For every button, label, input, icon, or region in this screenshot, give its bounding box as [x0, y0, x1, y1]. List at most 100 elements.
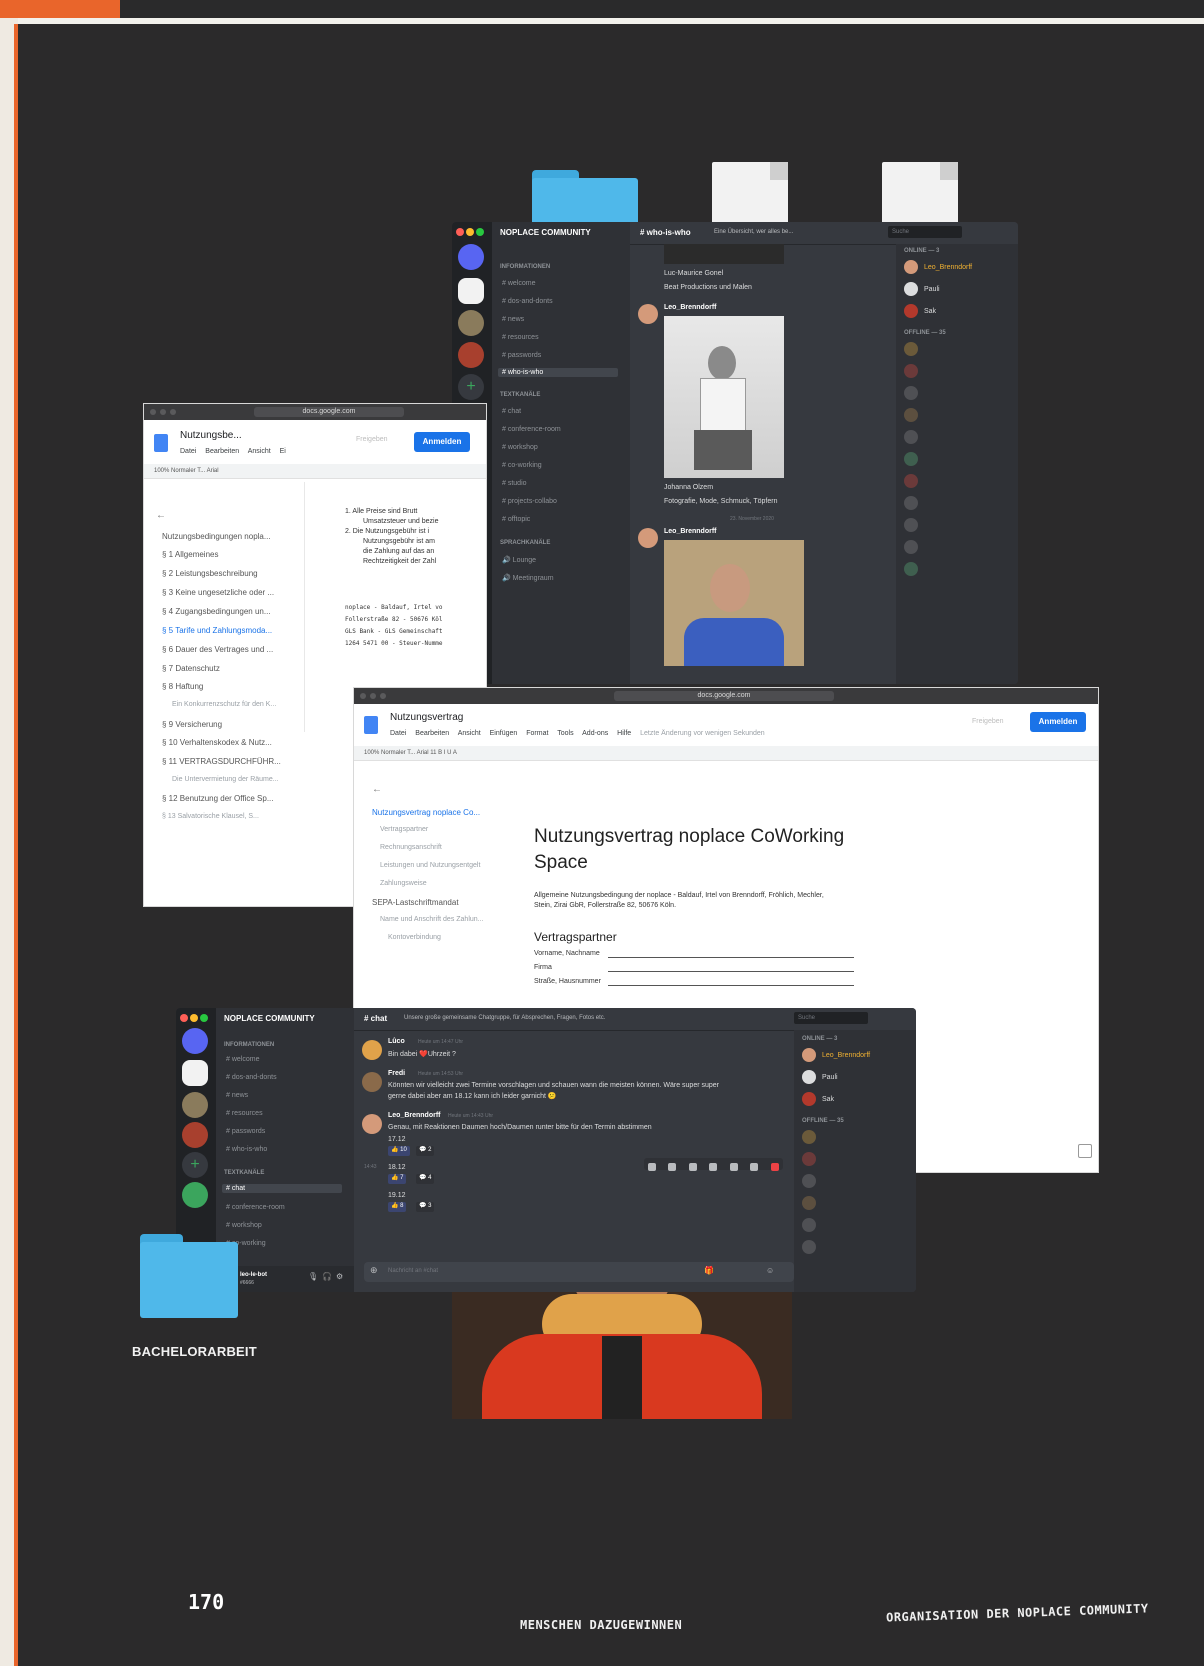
- avatar[interactable]: [362, 1072, 382, 1092]
- outline-item-active[interactable]: § 5 Tarife und Zahlungsmoda...: [162, 626, 272, 635]
- server-icon[interactable]: [458, 278, 484, 304]
- member-item[interactable]: [802, 1152, 822, 1166]
- outline-item[interactable]: Nutzungsbedingungen nopla...: [162, 532, 271, 541]
- message-author[interactable]: Leo_Brenndorff: [388, 1112, 441, 1119]
- discord-home-icon[interactable]: [182, 1028, 208, 1054]
- menu-item[interactable]: Ei: [280, 448, 286, 455]
- category-label[interactable]: TEXTKANÄLE: [224, 1170, 264, 1176]
- channel-passwords[interactable]: # passwords: [226, 1128, 265, 1135]
- outline-item[interactable]: Name und Anschrift des Zahlun...: [380, 916, 484, 923]
- reaction-other[interactable]: 💬 3: [416, 1202, 435, 1212]
- member-item[interactable]: [904, 342, 924, 356]
- explore-icon[interactable]: [1078, 1144, 1092, 1158]
- menu-item[interactable]: Bearbeiten: [415, 730, 449, 737]
- menu-item[interactable]: Ansicht: [458, 730, 481, 737]
- channel-projects-collabo[interactable]: # projects-collabo: [502, 498, 557, 505]
- channel-workshop[interactable]: # workshop: [502, 444, 538, 451]
- voice-channel-meetingraum[interactable]: 🔊 Meetingraum: [502, 574, 554, 582]
- message-author[interactable]: Leo_Brenndorff: [664, 304, 717, 311]
- member-item[interactable]: [904, 474, 924, 488]
- channel-news[interactable]: # news: [226, 1092, 248, 1099]
- channel-resources[interactable]: # resources: [502, 334, 539, 341]
- menu-item[interactable]: Tools: [557, 730, 573, 737]
- outline-item[interactable]: Rechnungsanschrift: [380, 844, 442, 851]
- document-icon[interactable]: [882, 162, 958, 224]
- channel-co-working[interactable]: # co-working: [502, 462, 542, 469]
- avatar[interactable]: [362, 1040, 382, 1060]
- member-item[interactable]: [802, 1218, 822, 1232]
- channel-news[interactable]: # news: [502, 316, 524, 323]
- menu-item[interactable]: Datei: [390, 730, 406, 737]
- menu-item[interactable]: Format: [526, 730, 548, 737]
- share-button[interactable]: Freigeben: [356, 436, 388, 443]
- outline-item[interactable]: Zahlungsweise: [380, 880, 427, 887]
- emoji-icon[interactable]: [750, 1162, 759, 1171]
- pin-icon[interactable]: [709, 1162, 718, 1171]
- menu-item[interactable]: Datei: [180, 448, 196, 455]
- outline-item[interactable]: Ein Konkurrenzschutz für den K...: [172, 701, 276, 708]
- reply-icon[interactable]: [648, 1162, 656, 1171]
- outline-item-active[interactable]: Nutzungsvertrag noplace Co...: [372, 808, 480, 817]
- delete-icon[interactable]: [770, 1162, 779, 1171]
- login-button[interactable]: Anmelden: [414, 432, 470, 452]
- document-title[interactable]: Nutzungsbe...: [180, 430, 242, 441]
- form-field[interactable]: Vorname, Nachname: [534, 950, 854, 960]
- link-icon[interactable]: [729, 1162, 738, 1171]
- category-label[interactable]: INFORMATIONEN: [500, 264, 550, 270]
- add-attachment-icon[interactable]: ⊕: [370, 1265, 378, 1276]
- menu-item[interactable]: Add-ons: [582, 730, 608, 737]
- portrait-photo[interactable]: [664, 316, 784, 478]
- google-docs-logo-icon[interactable]: [364, 716, 378, 734]
- member-item[interactable]: Pauli: [802, 1070, 838, 1084]
- search-input[interactable]: Suche: [794, 1012, 868, 1024]
- category-label[interactable]: INFORMATIONEN: [224, 1042, 274, 1048]
- member-item[interactable]: [904, 408, 924, 422]
- guild-name[interactable]: NOPLACE COMMUNITY: [500, 228, 624, 246]
- member-item[interactable]: [904, 496, 924, 510]
- channel-conference-room[interactable]: # conference-room: [502, 426, 561, 433]
- outline-item[interactable]: § 1 Allgemeines: [162, 550, 218, 559]
- member-item[interactable]: Leo_Brenndorff: [802, 1048, 870, 1062]
- message-input[interactable]: ⊕ Nachricht an #chat 🎁 ☺: [364, 1262, 794, 1282]
- form-field[interactable]: Straße, Hausnummer: [534, 978, 854, 988]
- channel-welcome[interactable]: # welcome: [226, 1056, 259, 1063]
- channel-welcome[interactable]: # welcome: [502, 280, 535, 287]
- member-item[interactable]: Sak: [802, 1092, 834, 1106]
- outline-item[interactable]: § 8 Haftung: [162, 682, 203, 691]
- member-item[interactable]: [904, 364, 924, 378]
- outline-item[interactable]: § 2 Leistungsbeschreibung: [162, 569, 258, 578]
- menu-item[interactable]: Einfügen: [490, 730, 518, 737]
- channel-studio[interactable]: # studio: [502, 480, 527, 487]
- outline-item[interactable]: SEPA-Lastschriftmandat: [372, 898, 459, 907]
- channel-dos-and-donts[interactable]: # dos-and-donts: [502, 298, 553, 305]
- google-docs-logo-icon[interactable]: [154, 434, 168, 452]
- channel-who-is-who[interactable]: # who-is-who: [226, 1146, 267, 1153]
- thread-icon[interactable]: [688, 1162, 697, 1171]
- server-icon[interactable]: [182, 1122, 208, 1148]
- folder-icon[interactable]: [140, 1234, 238, 1318]
- member-item[interactable]: [904, 452, 924, 466]
- member-item[interactable]: Leo_Brenndorff: [904, 260, 972, 274]
- discord-home-icon[interactable]: [458, 244, 484, 270]
- settings-gear-icon[interactable]: ⚙: [336, 1272, 343, 1281]
- member-item[interactable]: [904, 518, 924, 532]
- outline-item[interactable]: Leistungen und Nutzungsentgelt: [380, 862, 480, 869]
- reaction-thumbs-up[interactable]: 👍 7: [388, 1174, 407, 1184]
- edit-icon[interactable]: [668, 1162, 677, 1171]
- member-item[interactable]: [802, 1240, 822, 1254]
- avatar[interactable]: [638, 304, 658, 324]
- member-item[interactable]: Sak: [904, 304, 936, 318]
- share-button[interactable]: Freigeben: [972, 718, 1004, 725]
- portrait-photo[interactable]: [664, 540, 804, 666]
- message-author[interactable]: Leo_Brenndorff: [664, 528, 717, 535]
- outline-item[interactable]: Vertragspartner: [380, 826, 428, 833]
- outline-item[interactable]: § 3 Keine ungesetzliche oder ...: [162, 588, 274, 597]
- folder-label[interactable]: BACHELORARBEIT: [132, 1344, 257, 1359]
- message-author[interactable]: Fredi: [388, 1070, 405, 1077]
- outline-item[interactable]: Die Untervermietung der Räume...: [172, 776, 279, 783]
- server-icon[interactable]: [458, 342, 484, 368]
- reaction-thumbs-up[interactable]: 👍 8: [388, 1202, 407, 1212]
- channel-resources[interactable]: # resources: [226, 1110, 263, 1117]
- headphones-icon[interactable]: 🎧: [322, 1272, 332, 1281]
- member-item[interactable]: [904, 430, 924, 444]
